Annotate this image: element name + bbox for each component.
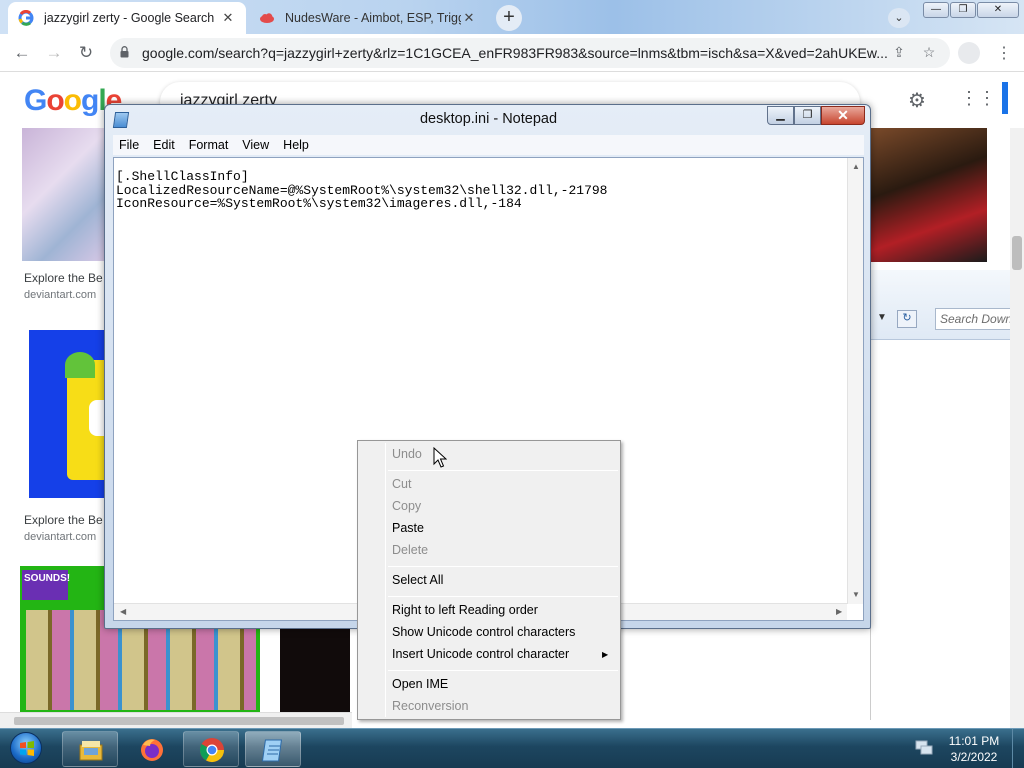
mouse-cursor-icon: [433, 447, 447, 468]
taskbar-notepad[interactable]: [245, 731, 301, 767]
start-button[interactable]: [4, 730, 48, 768]
lock-icon[interactable]: [120, 46, 129, 58]
menu-format[interactable]: Format: [183, 138, 237, 152]
menu-help[interactable]: Help: [277, 138, 317, 152]
url-text[interactable]: google.com/search?q=jazzygirl+zerty&rlz=…: [142, 45, 887, 61]
menu-item-reconversion[interactable]: Reconversion: [392, 699, 468, 713]
scrollbar-thumb[interactable]: [1012, 236, 1022, 270]
edit-context-menu: Undo Cut Copy Paste Delete Select All Ri…: [357, 440, 621, 720]
firefox-icon: [141, 739, 163, 761]
notepad-minimize-button[interactable]: ▁: [767, 106, 794, 125]
menu-separator: [388, 470, 618, 471]
notepad-maximize-button[interactable]: ❐: [794, 106, 821, 125]
submenu-arrow-icon: ▶: [602, 650, 609, 659]
clock-time: 11:01 PM: [948, 734, 1000, 748]
chrome-icon: [199, 738, 224, 763]
menu-separator: [388, 566, 618, 567]
menu-item-cut[interactable]: Cut: [392, 477, 411, 491]
menu-item-insert-unicode-control[interactable]: Insert Unicode control character: [392, 647, 569, 661]
tab-nudesware[interactable]: NudesWare - Aimbot, ESP, Trigge ✕: [249, 2, 487, 34]
google-favicon-icon: [18, 10, 34, 26]
sounds-badge: SOUNDS!: [22, 570, 70, 600]
tab-title: NudesWare - Aimbot, ESP, Trigge: [285, 11, 461, 25]
new-tab-button[interactable]: +: [496, 5, 522, 31]
sign-in-button-edge[interactable]: [1002, 82, 1008, 114]
menu-item-select-all[interactable]: Select All: [392, 573, 443, 587]
notepad-icon: [261, 739, 283, 762]
notepad-content[interactable]: [.ShellClassInfo] LocalizedResourceName=…: [116, 170, 607, 211]
folder-icon: [79, 741, 103, 761]
reload-icon[interactable]: ↻: [74, 41, 98, 65]
refresh-icon[interactable]: ↻: [897, 310, 917, 328]
result-image-1[interactable]: [22, 128, 106, 261]
result-source[interactable]: deviantart.com: [24, 531, 96, 543]
windows-logo-icon: [10, 732, 42, 764]
clock-date: 3/2/2022: [950, 750, 998, 764]
more-menu-icon[interactable]: ⋮: [996, 43, 1012, 63]
address-bar[interactable]: google.com/search?q=jazzygirl+zerty&rlz=…: [110, 38, 950, 68]
share-icon[interactable]: ⇪: [890, 44, 908, 62]
menu-item-open-ime[interactable]: Open IME: [392, 677, 448, 691]
scroll-up-arrow-icon[interactable]: ▲: [852, 162, 860, 171]
taskbar-file-explorer[interactable]: [62, 731, 118, 767]
result-image-4[interactable]: [280, 628, 350, 712]
explorer-toolbar: ▼ ↻ Search Downloads: [871, 270, 1024, 340]
tab-title: jazzygirl zerty - Google Search: [44, 11, 215, 25]
result-image-5[interactable]: [870, 128, 987, 262]
menu-item-show-unicode-control[interactable]: Show Unicode control characters: [392, 625, 575, 639]
menu-item-undo[interactable]: Undo: [392, 447, 422, 461]
menu-item-paste[interactable]: Paste: [392, 521, 424, 535]
back-arrow-icon[interactable]: ←: [10, 41, 34, 65]
result-image-2[interactable]: [29, 330, 106, 498]
network-tray-icon[interactable]: [915, 740, 933, 756]
tab-close-icon[interactable]: ✕: [461, 10, 477, 26]
result-caption[interactable]: Explore the Be: [24, 513, 103, 527]
taskbar-chrome[interactable]: [183, 731, 239, 767]
show-desktop-button[interactable]: [1012, 729, 1024, 768]
window-close-button[interactable]: ✕: [977, 2, 1019, 18]
page-vertical-scrollbar[interactable]: [1010, 128, 1024, 728]
tab-close-icon[interactable]: ✕: [220, 10, 236, 26]
menu-separator: [388, 596, 618, 597]
menu-file[interactable]: File: [113, 138, 147, 152]
taskbar-firefox[interactable]: [123, 731, 179, 767]
cloud-favicon-icon: [260, 13, 274, 23]
menu-gutter: [385, 443, 386, 717]
page-horizontal-scrollbar[interactable]: [0, 712, 352, 728]
tab-google-search[interactable]: jazzygirl zerty - Google Search ✕: [8, 2, 246, 34]
windows-taskbar: 11:01 PM 3/2/2022: [0, 728, 1024, 768]
notepad-vertical-scrollbar[interactable]: ▲ ▼: [847, 158, 863, 604]
browser-tab-strip: jazzygirl zerty - Google Search ✕ NudesW…: [0, 0, 1024, 34]
forward-arrow-icon[interactable]: →: [42, 41, 66, 65]
scroll-down-arrow-icon[interactable]: ▼: [852, 590, 860, 599]
menu-item-rtl-reading-order[interactable]: Right to left Reading order: [392, 603, 538, 617]
scroll-left-arrow-icon[interactable]: ◀: [120, 607, 126, 616]
result-caption[interactable]: Explore the Be: [24, 271, 103, 285]
scrollbar-thumb[interactable]: [14, 717, 344, 725]
notepad-close-button[interactable]: ✕: [821, 106, 865, 125]
window-minimize-button[interactable]: —: [923, 2, 949, 18]
window-restore-button[interactable]: ❐: [950, 2, 976, 18]
dropdown-arrow-icon[interactable]: ▼: [877, 312, 887, 323]
scroll-right-arrow-icon[interactable]: ▶: [836, 607, 842, 616]
notepad-title: desktop.ini - Notepad: [419, 111, 558, 127]
menu-view[interactable]: View: [236, 138, 277, 152]
tab-search-chevron-icon[interactable]: ⌄: [888, 8, 910, 28]
settings-gear-icon[interactable]: ⚙: [908, 88, 926, 113]
browser-toolbar: ← → ↻ google.com/search?q=jazzygirl+zert…: [0, 34, 1024, 72]
profile-avatar-icon[interactable]: [958, 42, 980, 64]
explorer-window-background: ▼ ↻ Search Downloads: [870, 270, 1024, 720]
notepad-menubar: File Edit Format View Help: [113, 135, 864, 155]
bookmark-star-icon[interactable]: ☆: [920, 44, 938, 62]
taskbar-clock[interactable]: 11:01 PM 3/2/2022: [944, 733, 1004, 765]
menu-item-delete[interactable]: Delete: [392, 543, 428, 557]
menu-item-copy[interactable]: Copy: [392, 499, 421, 513]
menu-separator: [388, 670, 618, 671]
menu-edit[interactable]: Edit: [147, 138, 183, 152]
result-source[interactable]: deviantart.com: [24, 289, 96, 301]
